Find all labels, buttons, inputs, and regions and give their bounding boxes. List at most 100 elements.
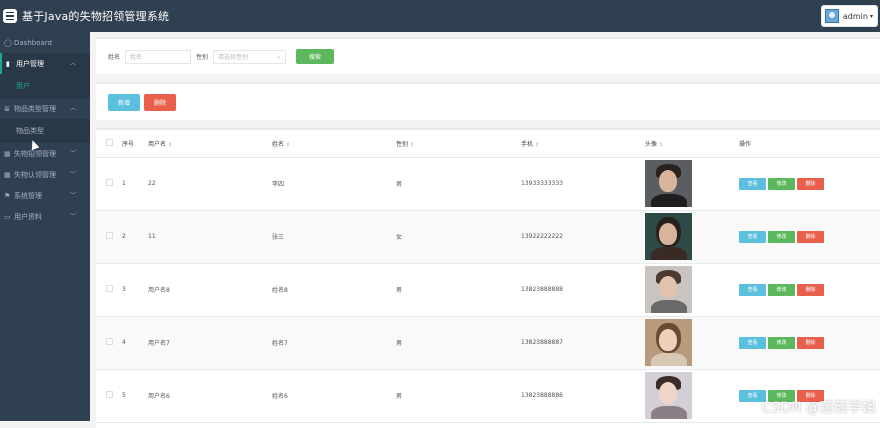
view-button[interactable]: 查看 (739, 177, 766, 190)
dashboard-icon: ◯ (4, 38, 12, 47)
bar-chart-icon: ▮ (6, 59, 10, 68)
edit-button[interactable]: 修改 (768, 336, 795, 349)
flag-icon: ⚑ (4, 191, 11, 200)
chevron-up-icon: ︿ (69, 105, 76, 112)
list-icon: ≣ (4, 104, 10, 113)
watermark: CSDN @茄茹学姐 (761, 400, 876, 416)
cell-name: 姓名7 (272, 316, 396, 370)
sidebar-item-claim-management[interactable]: ▦ 失物认领管理 ﹀ (0, 164, 90, 185)
column-header-username[interactable]: 用户名 (148, 141, 166, 148)
cell-index: 2 (122, 210, 148, 264)
user-name: admin (842, 11, 868, 21)
search-button[interactable]: 搜索 (296, 49, 335, 64)
sort-icon[interactable]: ⇕ (168, 142, 172, 148)
sidebar-item-user-management[interactable]: ▮ 用户管理 ︿ (0, 53, 90, 74)
chevron-down-icon: ﹀ (69, 192, 76, 199)
cell-phone: 13922222222 (521, 210, 645, 264)
table-row: 2 11 张三 女 13922222222 查看 修改 删除 (96, 210, 880, 264)
sidebar-item-label: 物品类型管理 (14, 104, 56, 113)
row-checkbox[interactable] (106, 285, 113, 292)
gender-select-placeholder: 请选择性别 (218, 54, 249, 61)
cell-index: 5 (122, 369, 148, 423)
user-menu[interactable]: admin ▾ (820, 5, 878, 27)
chevron-down-icon: ﹀ (69, 150, 76, 157)
sidebar-item-lost-found-management[interactable]: ▦ 失物招领管理 ﹀ (0, 143, 90, 164)
sidebar-item-label: Dashboard (14, 38, 52, 47)
cell-index: 4 (122, 316, 148, 370)
delete-button[interactable]: 删除 (797, 230, 824, 243)
row-checkbox[interactable] (106, 391, 113, 398)
sidebar-item-label: 用户资料 (14, 212, 42, 221)
sidebar: ◯ Dashboard ▮ 用户管理 ︿ 用户 ≣ 物品类型管理 ︿ 物品类型 … (0, 32, 90, 421)
name-label: 姓名 (108, 54, 121, 61)
view-button[interactable]: 查看 (739, 336, 766, 349)
user-avatar-icon (824, 9, 839, 23)
column-header-name[interactable]: 姓名 (272, 141, 284, 148)
sidebar-item-label: 用户管理 (16, 59, 44, 68)
cell-phone: 13933333333 (521, 157, 645, 211)
column-header-index: 序号 (122, 140, 135, 148)
delete-button[interactable]: 删除 (797, 283, 824, 296)
sidebar-item-label: 失物招领管理 (14, 149, 56, 158)
user-avatar-photo (645, 319, 692, 366)
cell-username: 22 (148, 157, 272, 211)
row-checkbox[interactable] (106, 232, 113, 239)
cell-name: 张三 (272, 210, 396, 264)
user-table-panel: 序号 用户名 ⇕ 姓名 ⇕ 性别 ⇕ 手机 ⇕ 头像 ⇕ 操作 1 22 李四 男 139… (96, 128, 880, 428)
cell-index: 3 (122, 263, 148, 317)
name-search-input[interactable]: 姓名 (125, 49, 192, 64)
table-row: 3 用户名8 姓名8 男 13823888888 查看 修改 删除 (96, 263, 880, 317)
batch-delete-button[interactable]: 删除 (144, 93, 176, 111)
view-button[interactable]: 查看 (739, 283, 766, 296)
sidebar-item-system-management[interactable]: ⚑ 系统管理 ﹀ (0, 185, 90, 206)
chevron-up-icon: ︿ (69, 60, 76, 67)
sidebar-item-user-profile[interactable]: ▭ 用户资料 ﹀ (0, 206, 90, 227)
menu-toggle-icon[interactable] (3, 9, 17, 23)
column-header-avatar[interactable]: 头像 (645, 141, 657, 148)
sort-icon[interactable]: ⇕ (659, 142, 663, 148)
cell-name: 姓名8 (272, 263, 396, 317)
cell-phone: 13823888888 (521, 263, 645, 317)
user-avatar-photo (645, 160, 692, 207)
sidebar-item-label: 失物认领管理 (14, 170, 56, 179)
table-row: 4 用户名7 姓名7 男 13823888887 查看 修改 删除 (96, 316, 880, 370)
column-header-operations: 操作 (739, 140, 752, 148)
sort-icon[interactable]: ⇕ (286, 142, 290, 148)
cell-gender: 男 (396, 263, 521, 317)
cell-name: 姓名6 (272, 369, 396, 423)
user-avatar-photo (645, 266, 692, 313)
sidebar-subitem-user[interactable]: 用户 (0, 74, 90, 98)
view-button[interactable]: 查看 (739, 230, 766, 243)
sidebar-subitem-item-type[interactable]: 物品类型 (0, 119, 90, 143)
cell-username: 用户名8 (148, 263, 272, 317)
delete-button[interactable]: 删除 (797, 177, 824, 190)
table-row: 1 22 李四 男 13933333333 查看 修改 删除 (96, 157, 880, 211)
caret-down-icon: ▾ (869, 12, 873, 20)
add-button[interactable]: 新增 (108, 93, 140, 111)
sort-icon[interactable]: ⇕ (410, 142, 414, 148)
chevron-down-icon: ⌄ (276, 52, 282, 60)
gender-select[interactable]: 请选择性别 ⌄ (213, 49, 287, 64)
edit-button[interactable]: 修改 (768, 283, 795, 296)
sort-icon[interactable]: ⇕ (535, 142, 539, 148)
sidebar-item-dashboard[interactable]: ◯ Dashboard (0, 32, 90, 53)
select-all-checkbox[interactable] (106, 138, 113, 146)
delete-button[interactable]: 删除 (797, 336, 824, 349)
search-panel: 姓名 姓名 性别 请选择性别 ⌄ 搜索 (96, 37, 880, 74)
row-checkbox[interactable] (106, 179, 113, 186)
sidebar-item-item-type-management[interactable]: ≣ 物品类型管理 ︿ (0, 98, 90, 119)
column-header-phone[interactable]: 手机 (521, 141, 533, 148)
cell-phone: 13823888887 (521, 316, 645, 370)
cell-name: 李四 (272, 157, 396, 211)
cell-index: 1 (122, 157, 148, 211)
cell-gender: 男 (396, 369, 521, 423)
app-title: 基于Java的失物招领管理系统 (22, 10, 170, 23)
cell-username: 用户名6 (148, 369, 272, 423)
edit-button[interactable]: 修改 (768, 230, 795, 243)
user-avatar-photo (645, 372, 692, 419)
row-checkbox[interactable] (106, 338, 113, 345)
edit-button[interactable]: 修改 (768, 177, 795, 190)
top-navbar: 基于Java的失物招领管理系统 admin ▾ (0, 0, 880, 32)
column-header-gender[interactable]: 性别 (396, 141, 408, 148)
sidebar-item-label: 系统管理 (14, 191, 42, 200)
